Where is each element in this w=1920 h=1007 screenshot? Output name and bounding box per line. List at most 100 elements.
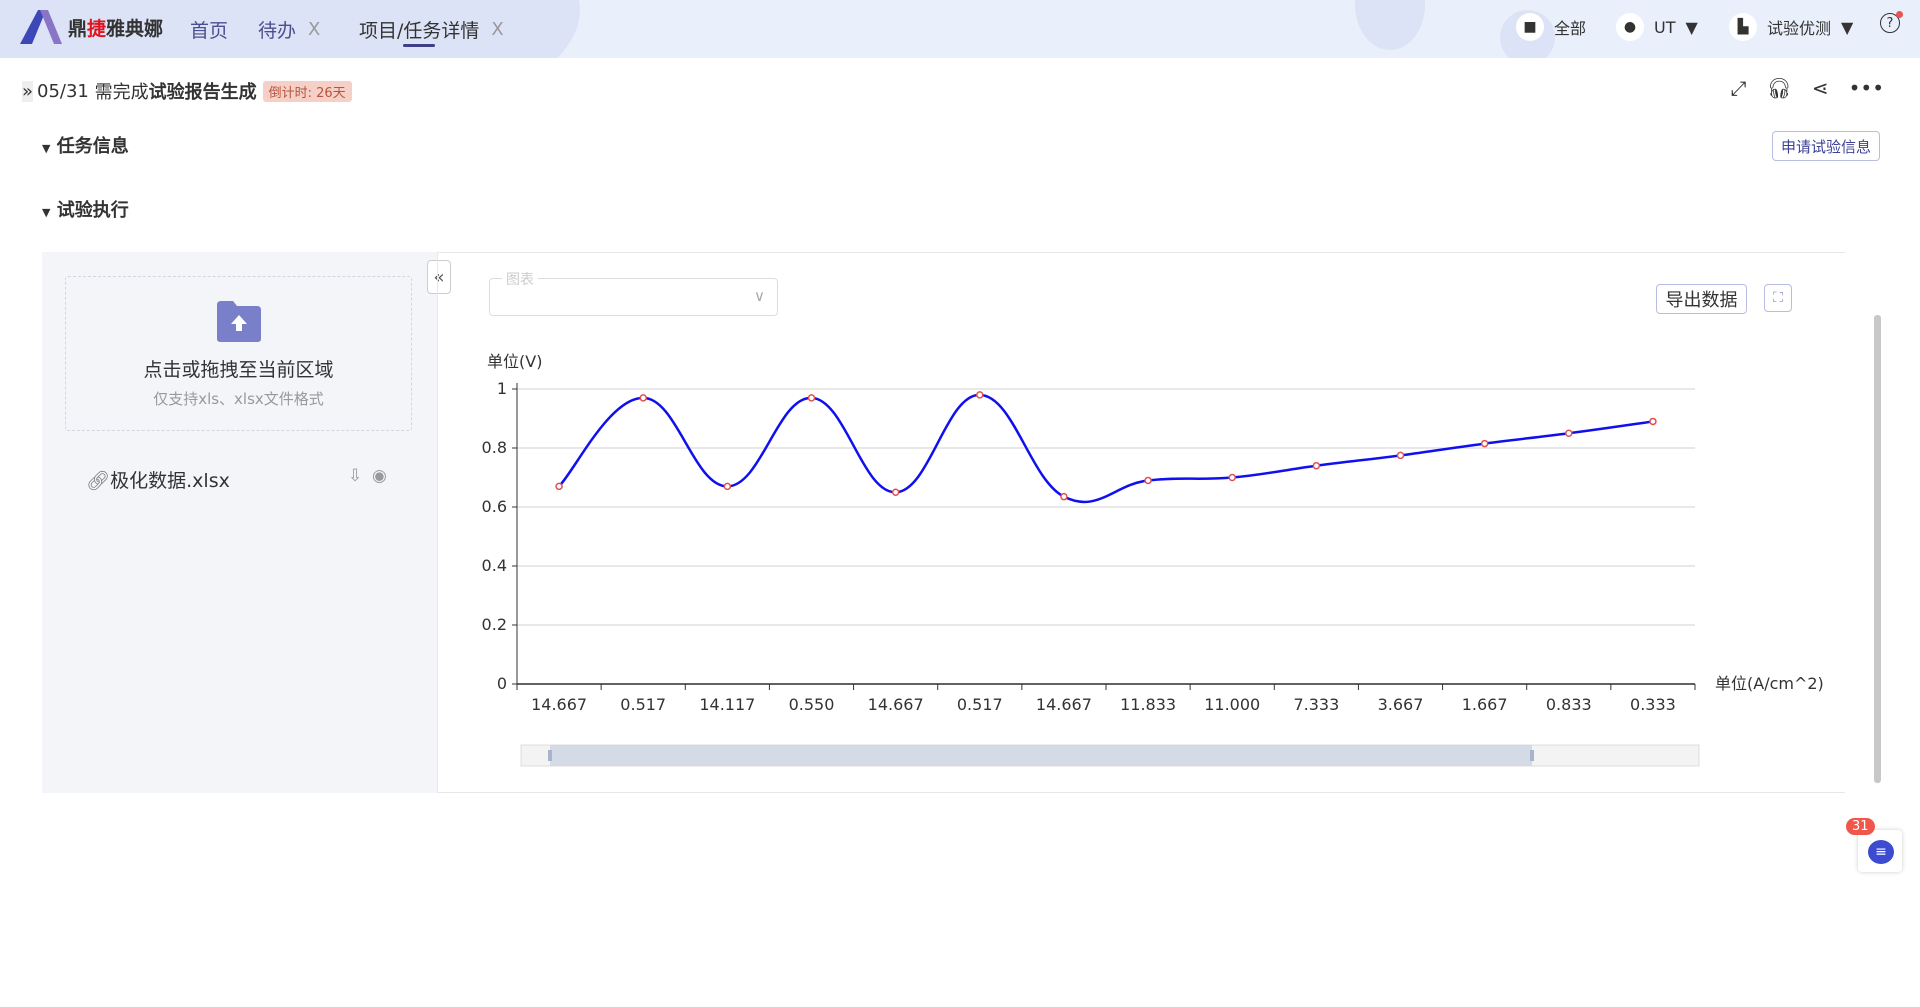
tab-label: 首页 <box>190 20 229 42</box>
y-tick-label: 0.2 <box>482 615 507 634</box>
data-point <box>976 391 984 399</box>
countdown-badge: 倒计时: 26天 <box>262 80 352 102</box>
x-tick-label: 14.667 <box>1036 695 1092 714</box>
chat-count-badge: 31 <box>1846 818 1875 835</box>
all-apps-button[interactable]: ■ 全部 <box>1516 13 1586 41</box>
x-tick-label: 0.550 <box>789 695 835 714</box>
user-name: UT <box>1654 17 1676 37</box>
share-icon[interactable]: ⋖ <box>1812 76 1829 100</box>
x-tick-label: 1.667 <box>1462 695 1508 714</box>
file-item[interactable]: 🔗︎极化数据.xlsx <box>86 466 230 493</box>
caret-down-icon: ▼ <box>42 206 51 219</box>
tab-label: 项目/任务详情 <box>359 20 480 42</box>
data-point <box>891 488 900 496</box>
org-menu[interactable]: ▙ 试验优测 ▼ <box>1729 13 1853 41</box>
data-point <box>1312 461 1321 470</box>
chat-icon: ≡ <box>1868 840 1894 864</box>
x-tick-label: 3.667 <box>1378 695 1424 714</box>
task-name: 试验报告生成 <box>148 82 257 103</box>
y-axis-label: 单位(V) <box>487 352 542 371</box>
caret-down-icon: ▼ <box>1841 17 1854 37</box>
caret-down-icon: ▼ <box>42 142 51 155</box>
x-axis-label: 单位(A/cm^2) <box>1715 674 1824 693</box>
all-label: 全部 <box>1554 19 1587 38</box>
x-tick-label: 14.667 <box>531 695 587 714</box>
due-label: 需完成 <box>94 82 149 103</box>
scrollbar[interactable] <box>1874 315 1881 783</box>
y-tick-label: 0.6 <box>482 497 507 516</box>
tab-home[interactable]: 首页 <box>190 16 228 43</box>
chart-panel: 图表 ∨ 导出数据 ⛶ 0 0.2 0.4 0.6 0.8 1 14.667 0.517 14.1… <box>437 252 1845 793</box>
x-tick-label: 0.333 <box>1630 695 1676 714</box>
upload-title: 点击或拖拽至当前区域 <box>143 359 334 381</box>
attachment-icon: 🔗︎ <box>86 470 111 492</box>
x-tick-label: 11.000 <box>1204 695 1260 714</box>
x-tick-label: 0.833 <box>1546 695 1592 714</box>
decor-blob <box>1355 0 1425 50</box>
y-tick-label: 0 <box>497 674 507 693</box>
data-point <box>1565 429 1573 437</box>
x-tick-label: 14.667 <box>868 695 924 714</box>
top-bar: 鼎捷雅典娜 首页 待办 X 项目/任务详情 X ■ 全部 ● UT ▼ ▙ 试验优测 ▼ ? <box>0 0 1920 58</box>
user-icon: ● <box>1616 13 1644 41</box>
section-title: 试验执行 <box>56 200 129 221</box>
upload-panel: 点击或拖拽至当前区域 仅支持xls、xlsx文件格式 🔗︎极化数据.xlsx ⇩… <box>42 252 437 793</box>
fullscreen-icon[interactable]: ⤢ <box>1730 76 1746 100</box>
logo[interactable]: 鼎捷雅典娜 <box>18 8 163 46</box>
line-chart: 0 0.2 0.4 0.6 0.8 1 14.667 0.517 14.117 0.550 14.6… <box>482 352 1824 767</box>
upload-hint: 仅支持xls、xlsx文件格式 <box>153 390 324 408</box>
x-tick-label: 0.517 <box>620 695 666 714</box>
download-icon[interactable]: ⇩ <box>348 466 362 486</box>
caret-down-icon: ▼ <box>1685 17 1698 37</box>
chat-button[interactable]: ≡ 31 <box>1846 818 1902 872</box>
x-tick-label: 11.833 <box>1120 695 1176 714</box>
y-tick-label: 0.4 <box>482 556 507 575</box>
x-tick-label: 0.517 <box>957 695 1003 714</box>
datazoom-handle-left <box>548 750 552 761</box>
data-point <box>1228 473 1236 482</box>
folder-upload-icon <box>216 301 261 342</box>
help-button[interactable]: ? <box>1880 11 1903 33</box>
more-icon[interactable]: ••• <box>1849 76 1884 100</box>
data-point <box>639 394 647 402</box>
header-actions: ⤢ 🎧︎ ⋖ ••• <box>1730 76 1884 100</box>
due-date: 05/31 <box>37 80 89 102</box>
data-point <box>1396 451 1405 460</box>
headset-icon[interactable]: 🎧︎ <box>1766 76 1791 100</box>
data-point <box>555 482 563 491</box>
datazoom-handle-right <box>1530 750 1534 761</box>
notification-dot <box>1896 11 1903 18</box>
section-execution[interactable]: ▼ 试验执行 <box>42 196 129 222</box>
data-point <box>807 394 816 402</box>
org-name: 试验优测 <box>1767 19 1832 38</box>
apply-info-button[interactable]: 申请试验信息 <box>1772 131 1880 161</box>
y-tick-label: 1 <box>497 379 507 398</box>
user-menu[interactable]: ● UT ▼ <box>1616 13 1698 41</box>
file-name: 极化数据.xlsx <box>110 470 230 492</box>
close-icon[interactable]: X <box>491 19 503 40</box>
x-tick-label: 14.117 <box>699 695 755 714</box>
task-header: » 05/31 需完成 试验报告生成 倒计时: 26天 <box>22 78 352 104</box>
tab-label: 待办 <box>258 20 297 42</box>
logo-icon <box>20 10 62 44</box>
active-tab-indicator <box>403 44 435 47</box>
tab-todo[interactable]: 待办 X <box>258 16 320 43</box>
expand-sidebar-icon[interactable]: » <box>22 80 34 102</box>
section-task-info[interactable]: ▼ 任务信息 <box>42 132 129 158</box>
data-point <box>723 482 732 491</box>
building-icon: ▙ <box>1729 13 1757 41</box>
data-point <box>1060 492 1068 501</box>
x-tick-label: 7.333 <box>1293 695 1339 714</box>
data-point <box>1649 417 1657 426</box>
y-tick-label: 0.8 <box>482 438 507 457</box>
data-point <box>1480 439 1489 448</box>
upload-dropzone[interactable]: 点击或拖拽至当前区域 仅支持xls、xlsx文件格式 <box>65 276 412 431</box>
close-icon[interactable]: X <box>308 19 320 40</box>
tab-task-detail[interactable]: 项目/任务详情 X <box>359 16 504 43</box>
datazoom-window <box>550 745 1532 766</box>
section-title: 任务信息 <box>56 136 129 157</box>
data-point <box>1144 476 1152 485</box>
grid-icon: ■ <box>1516 13 1544 41</box>
preview-eye-icon[interactable]: ◉ <box>372 466 387 486</box>
brand-name: 鼎捷雅典娜 <box>68 17 164 40</box>
